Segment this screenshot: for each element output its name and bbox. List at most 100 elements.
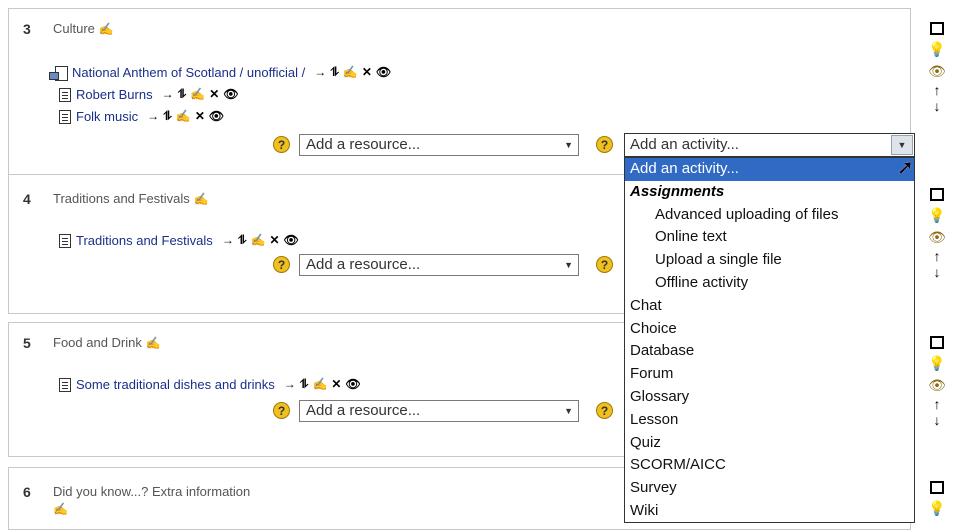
square-icon	[930, 187, 944, 201]
eye-icon[interactable]: 👁	[209, 109, 224, 124]
resource-link[interactable]: Robert Burns	[76, 87, 153, 102]
resource-link[interactable]: National Anthem of Scotland / unofficial…	[72, 65, 305, 80]
add-resource-select[interactable]: Add a resource... ▼	[299, 134, 579, 156]
section-title: Traditions and Festivals ✍	[53, 191, 209, 206]
eye-icon[interactable]: 👁	[925, 374, 949, 396]
eye-icon[interactable]: 👁	[223, 87, 238, 102]
lightbulb-icon[interactable]: 💡	[925, 352, 949, 374]
chevron-down-icon: ▼	[564, 406, 573, 416]
highlight-toggle[interactable]	[925, 330, 949, 352]
move-right-icon[interactable]: →	[314, 65, 326, 80]
delete-icon[interactable]: ✕	[270, 233, 280, 248]
edit-icon[interactable]: ✍	[190, 87, 205, 102]
chevron-down-icon: ▼	[564, 260, 573, 270]
move-right-icon[interactable]: →	[147, 109, 159, 124]
arrow-down-icon[interactable]: ↓	[925, 412, 949, 428]
add-activity-value: Add an activity...	[630, 136, 739, 153]
highlight-toggle[interactable]	[925, 475, 949, 497]
resource-item: Folk music → ⥮ ✍ ✕ 👁	[59, 109, 224, 124]
arrow-up-icon[interactable]: ↑	[925, 248, 949, 264]
add-resource-value: Add a resource...	[306, 136, 421, 153]
add-resource-select[interactable]: Add a resource... ▼	[299, 254, 579, 276]
dropdown-option[interactable]: Advanced uploading of files	[625, 204, 914, 227]
activity-dropdown-list: Add an activity... Assignments Advanced up…	[624, 157, 915, 523]
edit-icon[interactable]: ✍	[176, 109, 191, 124]
lightbulb-icon[interactable]: 💡	[925, 204, 949, 226]
arrow-up-icon[interactable]: ↑	[925, 396, 949, 412]
delete-icon[interactable]: ✕	[331, 377, 341, 392]
highlight-toggle[interactable]	[925, 16, 949, 38]
dropdown-option[interactable]: Forum	[625, 363, 914, 386]
add-resource-value: Add a resource...	[306, 402, 421, 419]
resource-link[interactable]: Traditions and Festivals	[76, 233, 213, 248]
help-icon[interactable]: ?	[273, 136, 290, 153]
delete-icon[interactable]: ✕	[195, 109, 205, 124]
edit-summary-icon[interactable]: ✍	[194, 192, 209, 206]
highlight-toggle[interactable]	[925, 182, 949, 204]
add-activity-select[interactable]: Add an activity... ▼	[624, 133, 915, 157]
move-icon[interactable]: ⥮	[300, 377, 309, 392]
help-icon[interactable]: ?	[596, 256, 613, 273]
document-icon	[59, 87, 71, 102]
move-icon[interactable]: ⥮	[330, 65, 339, 80]
move-icon[interactable]: ⥮	[238, 233, 247, 248]
edit-summary-icon[interactable]: ✍	[146, 336, 161, 350]
delete-icon[interactable]: ✕	[209, 87, 219, 102]
move-icon[interactable]: ⥮	[178, 87, 187, 102]
lightbulb-icon[interactable]: 💡	[925, 38, 949, 60]
dropdown-option[interactable]: Survey	[625, 477, 914, 500]
help-icon[interactable]: ?	[596, 136, 613, 153]
dropdown-option[interactable]: Lesson	[625, 409, 914, 432]
chevron-down-icon[interactable]: ▼	[891, 135, 913, 155]
arrow-up-icon[interactable]: ↑	[925, 82, 949, 98]
add-resource-select[interactable]: Add a resource... ▼	[299, 400, 579, 422]
dropdown-option[interactable]: Wiki	[625, 500, 914, 523]
dropdown-option[interactable]: Add an activity...	[625, 158, 914, 181]
media-file-icon	[49, 65, 68, 81]
square-icon	[930, 335, 944, 349]
edit-icon[interactable]: ✍	[312, 377, 327, 392]
eye-icon[interactable]: 👁	[925, 60, 949, 82]
edit-icon[interactable]: ✍	[251, 233, 266, 248]
resource-item: National Anthem of Scotland / unofficial…	[49, 65, 391, 81]
edit-icon[interactable]: ✍	[343, 65, 358, 80]
dropdown-option[interactable]: SCORM/AICC	[625, 454, 914, 477]
resource-tools: → ⥮ ✍ ✕ 👁	[284, 377, 361, 392]
dropdown-option[interactable]: Chat	[625, 295, 914, 318]
edit-summary-icon[interactable]: ✍	[99, 22, 114, 36]
move-right-icon[interactable]: →	[162, 87, 174, 102]
eye-icon[interactable]: 👁	[345, 377, 360, 392]
dropdown-option[interactable]: Online text	[625, 226, 914, 249]
dropdown-option[interactable]: Choice	[625, 318, 914, 341]
resource-tools: → ⥮ ✍ ✕ 👁	[147, 109, 224, 124]
dropdown-option[interactable]: Glossary	[625, 386, 914, 409]
section-title-text: Traditions and Festivals	[53, 191, 190, 206]
move-icon[interactable]: ⥮	[163, 109, 172, 124]
help-icon[interactable]: ?	[273, 402, 290, 419]
dropdown-option[interactable]: Quiz	[625, 432, 914, 455]
dropdown-option[interactable]: Upload a single file	[625, 249, 914, 272]
help-icon[interactable]: ?	[273, 256, 290, 273]
eye-icon[interactable]: 👁	[376, 65, 391, 80]
delete-icon[interactable]: ✕	[362, 65, 372, 80]
section-title: Did you know...? Extra information	[53, 484, 250, 499]
arrow-down-icon[interactable]: ↓	[925, 98, 949, 114]
arrow-down-icon[interactable]: ↓	[925, 264, 949, 280]
section-5-controls: 💡 👁 ↑ ↓	[925, 330, 949, 428]
dropdown-option[interactable]: Database	[625, 340, 914, 363]
edit-summary-icon[interactable]: ✍	[53, 502, 68, 516]
resource-link[interactable]: Folk music	[76, 109, 138, 124]
dropdown-option[interactable]: Offline activity	[625, 272, 914, 295]
resource-item: Some traditional dishes and drinks → ⥮ ✍…	[59, 377, 361, 392]
eye-icon[interactable]: 👁	[925, 226, 949, 248]
lightbulb-icon[interactable]: 💡	[925, 497, 949, 519]
help-icon[interactable]: ?	[596, 402, 613, 419]
eye-icon[interactable]: 👁	[284, 233, 299, 248]
move-right-icon[interactable]: →	[222, 233, 234, 248]
resource-tools: → ⥮ ✍ ✕ 👁	[314, 65, 391, 80]
document-icon	[59, 109, 71, 124]
section-4-controls: 💡 👁 ↑ ↓	[925, 182, 949, 280]
move-right-icon[interactable]: →	[284, 377, 296, 392]
resource-item: Traditions and Festivals → ⥮ ✍ ✕ 👁	[59, 233, 299, 248]
resource-link[interactable]: Some traditional dishes and drinks	[76, 377, 275, 392]
